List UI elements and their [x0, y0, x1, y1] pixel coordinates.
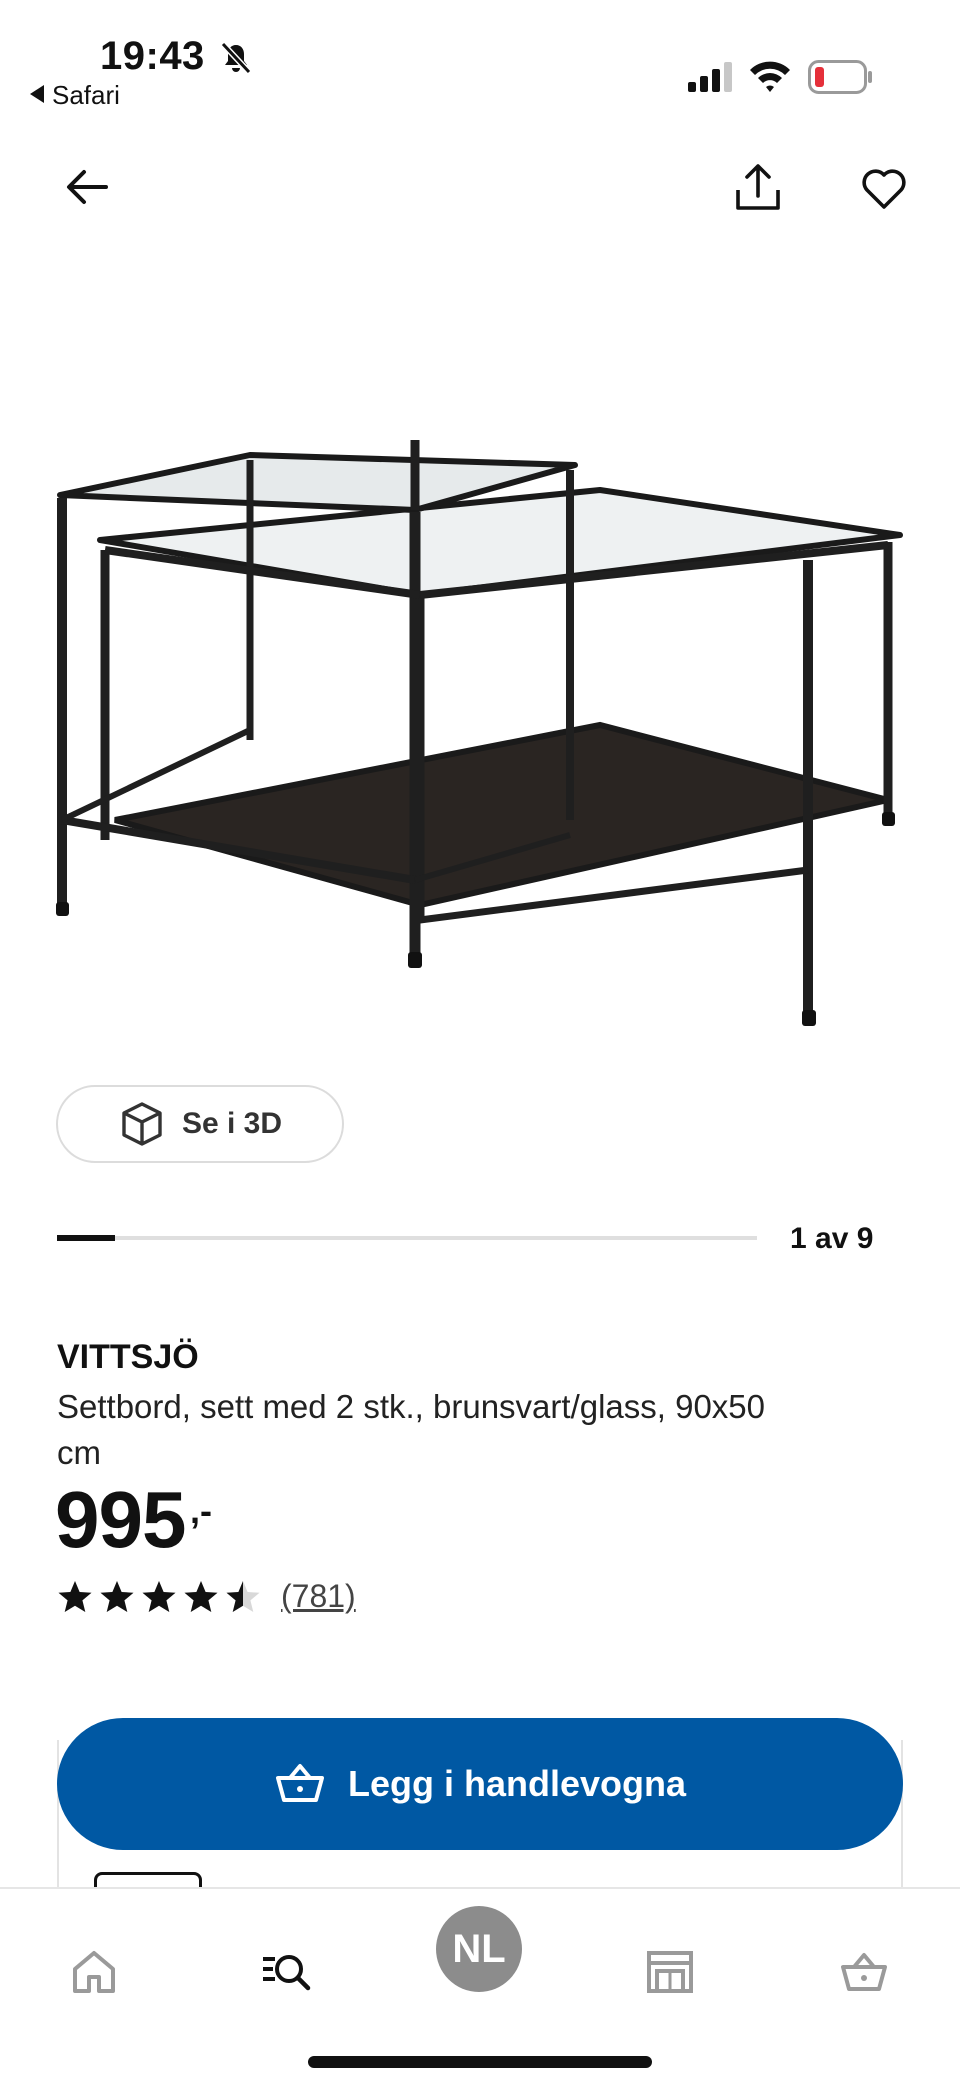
store-icon — [647, 1951, 693, 1993]
carousel-progress-bar — [57, 1235, 757, 1241]
rating-stars — [57, 1580, 261, 1614]
cellular-signal-icon — [688, 62, 732, 92]
tab-cart[interactable] — [804, 1917, 924, 2027]
wifi-icon — [750, 61, 790, 92]
tab-home[interactable] — [34, 1917, 154, 2027]
star-icon — [184, 1580, 218, 1612]
cart-icon — [841, 1953, 887, 1991]
product-price: 995 — [55, 1475, 186, 1564]
product-name: VITTSJÖ — [57, 1338, 199, 1376]
view-in-3d-label: Se i 3D — [181, 1107, 283, 1140]
back-arrow-icon[interactable] — [62, 162, 112, 212]
tab-stores[interactable] — [610, 1917, 730, 2027]
back-app-label: Safari — [52, 80, 120, 110]
search-icon — [263, 1955, 311, 1991]
shopping-basket-icon — [275, 1764, 324, 1802]
star-icon — [100, 1580, 134, 1612]
product-rating[interactable]: (781) — [57, 1578, 356, 1615]
star-icon — [58, 1580, 92, 1612]
carousel-progress-fill — [57, 1235, 116, 1241]
product-description: Settbord, sett med 2 stk., brunsvart/gla… — [57, 1388, 766, 1471]
share-icon[interactable] — [730, 160, 786, 216]
rating-count-link[interactable]: (781) — [281, 1578, 356, 1615]
home-indicator — [308, 2056, 652, 2068]
carousel-counter: 1 av 9 — [790, 1222, 874, 1255]
view-in-3d-button[interactable]: Se i 3D — [56, 1085, 344, 1163]
home-icon — [73, 1951, 115, 1993]
back-triangle-icon — [30, 85, 44, 103]
avatar[interactable]: NL — [436, 1906, 522, 1992]
cube-3d-icon — [122, 1102, 162, 1146]
product-image[interactable] — [40, 440, 920, 1030]
tab-search[interactable] — [226, 1917, 346, 2027]
add-to-cart-button[interactable]: Legg i handlevogna — [57, 1718, 903, 1850]
add-to-cart-label: Legg i handlevogna — [347, 1763, 687, 1804]
status-bar: 19:43 Safari — [0, 0, 960, 120]
battery-low-icon — [808, 60, 872, 94]
star-icon — [226, 1580, 260, 1612]
price-suffix: ,- — [190, 1490, 212, 1531]
star-icon — [142, 1580, 176, 1612]
status-time: 19:43 — [100, 34, 205, 78]
back-to-safari[interactable]: Safari — [30, 80, 120, 111]
favourite-heart-icon[interactable] — [858, 162, 910, 214]
bell-muted-icon — [220, 41, 252, 75]
